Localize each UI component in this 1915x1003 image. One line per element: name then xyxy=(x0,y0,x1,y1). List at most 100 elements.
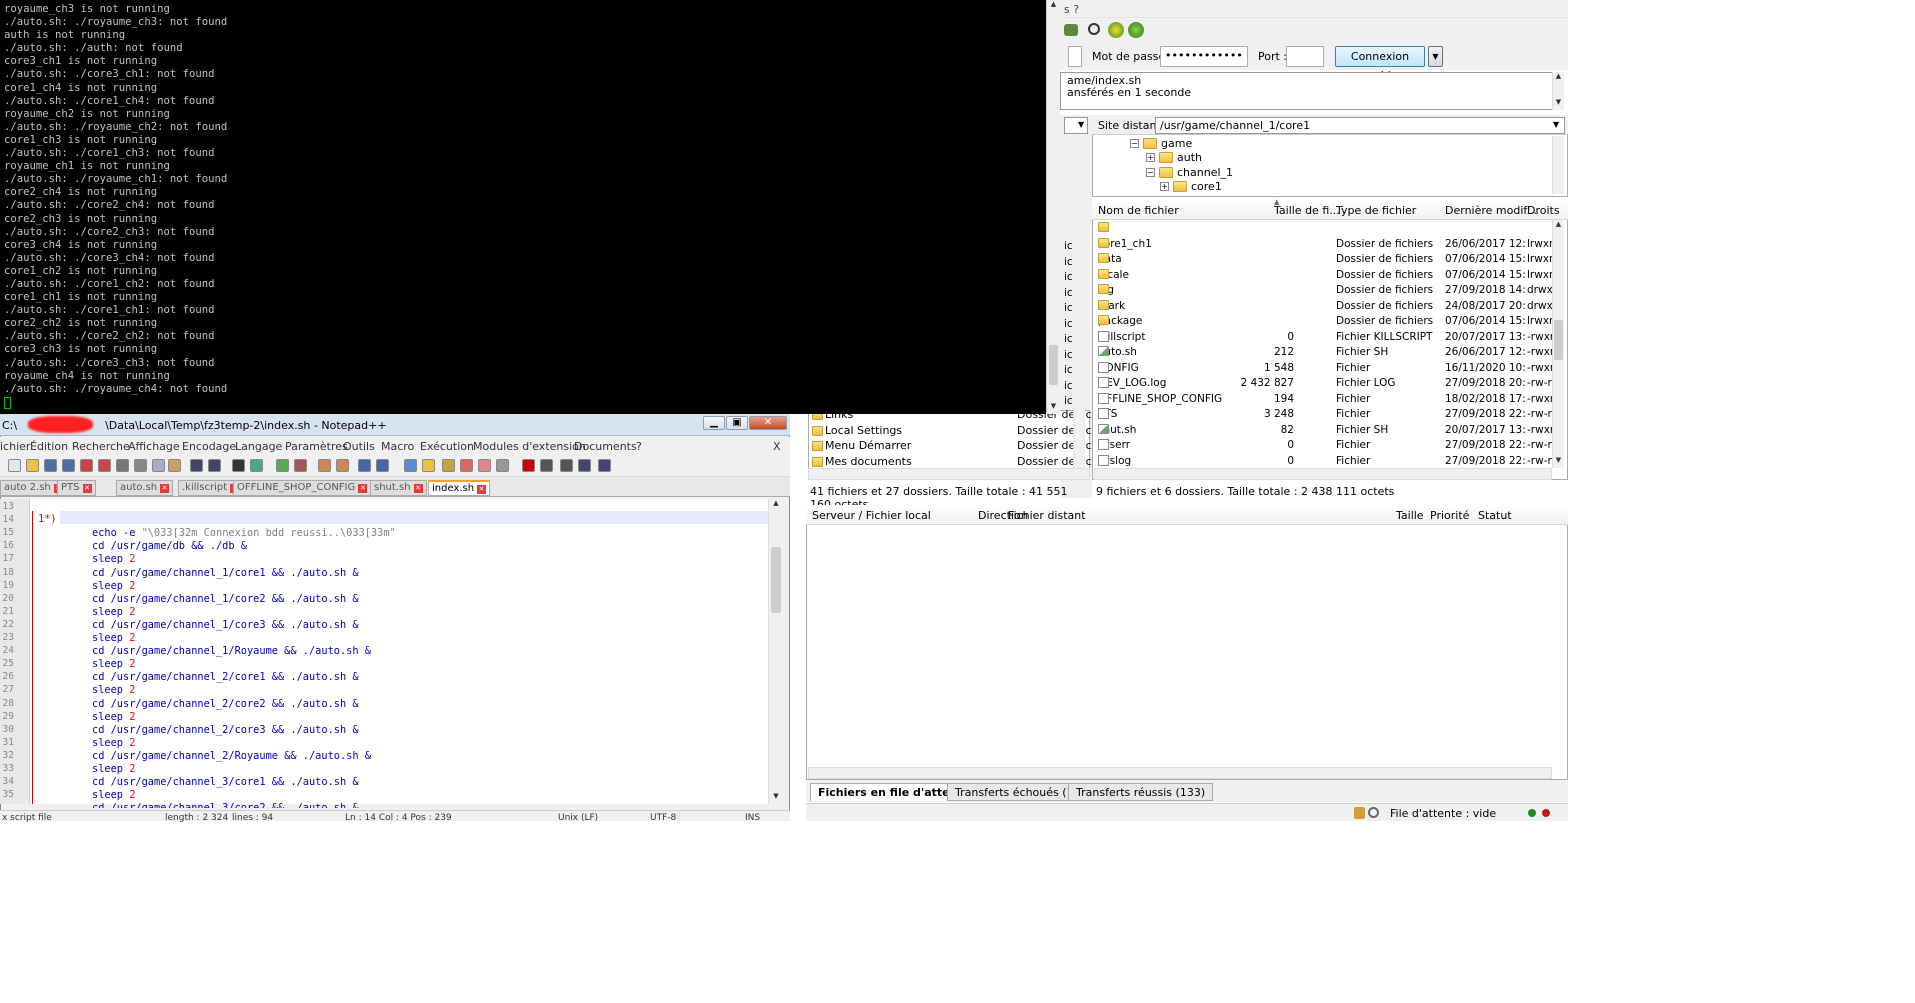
tree-expander-icon[interactable]: − xyxy=(1146,168,1155,177)
close-all-icon[interactable] xyxy=(98,459,111,472)
tab-offline-shop-config[interactable]: OFFLINE_SHOP_CONFIG ✕ xyxy=(233,480,372,496)
maximize-button[interactable]: ▣ xyxy=(726,416,748,430)
tab-close-icon[interactable]: ✕ xyxy=(358,484,368,493)
tree-node[interactable]: + core1 xyxy=(1160,180,1222,193)
close-button[interactable]: ✕ xyxy=(749,416,787,430)
paste-icon[interactable] xyxy=(168,459,181,472)
redo-icon[interactable] xyxy=(208,459,221,472)
tree-expander-icon[interactable]: + xyxy=(1146,153,1155,162)
queue-col-status[interactable]: Statut xyxy=(1478,509,1512,522)
speed-limit-icon[interactable] xyxy=(1368,807,1379,818)
tab-close-icon[interactable]: ✕ xyxy=(160,484,170,493)
file-row[interactable]: auto.sh 212 Fichier SH 26/06/2017 12:... -rw… xyxy=(1096,346,1553,362)
open-file-icon[interactable] xyxy=(26,459,39,472)
scroll-thumb[interactable] xyxy=(771,547,781,613)
menu-item[interactable]: Encodage xyxy=(182,440,236,453)
local-site-dropdown[interactable] xyxy=(1064,117,1088,134)
tree-node[interactable]: + auth xyxy=(1146,151,1202,164)
cut-icon[interactable] xyxy=(134,459,147,472)
play-macro-icon[interactable] xyxy=(560,459,573,472)
scroll-up-icon[interactable]: ▲ xyxy=(769,499,783,511)
terminal-scrollbar[interactable]: ▲ ▼ xyxy=(1046,0,1060,414)
scroll-thumb[interactable] xyxy=(1554,320,1563,360)
menu-item[interactable]: Édition xyxy=(30,440,68,453)
scroll-up-icon[interactable]: ▲ xyxy=(1553,72,1564,84)
record-macro-icon[interactable] xyxy=(522,459,535,472)
file-row[interactable]: OFFLINE_SHOP_CONFIG 194 Fichier 18/02/2018 … xyxy=(1096,392,1553,409)
menu-item[interactable]: Affichage xyxy=(128,440,180,453)
tab-auto-sh[interactable]: auto.sh ✕ xyxy=(116,480,174,496)
sync-h-icon[interactable] xyxy=(336,459,349,472)
scroll-down-icon[interactable]: ▼ xyxy=(1553,456,1564,468)
remote-path-dropdown-icon[interactable]: ▼ xyxy=(1553,120,1559,129)
stop-macro-icon[interactable] xyxy=(540,459,553,472)
tab-successful-transfers[interactable]: Transferts réussis (133) xyxy=(1068,783,1214,801)
wrap-icon[interactable] xyxy=(358,459,371,472)
new-file-icon[interactable] xyxy=(8,459,21,472)
file-row[interactable]: mark Dossier de fichiers 24/08/2017 20:...… xyxy=(1096,299,1553,316)
file-row[interactable]: data Dossier de fichiers 07/06/2014 15:...… xyxy=(1096,253,1553,269)
tab-close-icon[interactable]: ✕ xyxy=(477,485,487,494)
port-field[interactable] xyxy=(1286,46,1324,67)
filezilla-menu-tail[interactable]: s ? xyxy=(1064,3,1079,16)
tab-close-icon[interactable]: ✕ xyxy=(413,484,423,493)
menu-item[interactable]: Recherche xyxy=(72,440,130,453)
find-icon[interactable] xyxy=(232,459,245,472)
remote-path-input[interactable]: /usr/game/channel_1/core1 xyxy=(1155,117,1565,134)
menu-item[interactable]: Documents xyxy=(574,440,637,453)
tree-node[interactable]: − game xyxy=(1130,137,1192,150)
all-chars-icon[interactable] xyxy=(376,459,389,472)
file-row[interactable]: PTS3 248Fichier27/09/2018 22:...-rw-r xyxy=(1096,408,1552,424)
tree-expander-icon[interactable]: − xyxy=(1130,139,1139,148)
queue-hscrollbar[interactable] xyxy=(808,767,1552,779)
local-list-scrollbar[interactable] xyxy=(1073,410,1085,468)
tab-close-icon[interactable]: ✕ xyxy=(82,484,92,493)
terminal-window[interactable]: royaume_ch3 is not running ./auto.sh: ./r… xyxy=(0,0,1060,414)
col-filetype[interactable]: Type de fichier xyxy=(1336,204,1416,217)
menu-item[interactable]: ichier xyxy=(0,440,30,453)
password-field[interactable]: •••••••••••• xyxy=(1160,46,1248,67)
compare-icon[interactable] xyxy=(1128,22,1144,38)
zoom-in-icon[interactable] xyxy=(276,459,289,472)
col-permissions[interactable]: Droits xyxy=(1527,204,1560,217)
run-macro-icon[interactable] xyxy=(578,459,591,472)
scroll-up-icon[interactable]: ▲ xyxy=(1553,220,1564,232)
folder-workspace-icon[interactable] xyxy=(478,459,491,472)
file-row[interactable]: log Dossier de fichiers 27/09/2018 14:...d… xyxy=(1096,284,1553,300)
menu-item[interactable]: Exécution xyxy=(420,440,474,453)
menu-item[interactable]: Modules d'extension xyxy=(473,440,586,453)
queue-col-size[interactable]: Taille xyxy=(1396,509,1424,522)
menu-close-doc[interactable]: X xyxy=(773,440,781,453)
monitor-icon[interactable] xyxy=(496,459,509,472)
col-filename[interactable]: Nom de fichier xyxy=(1098,204,1179,217)
copy-icon[interactable] xyxy=(152,459,165,472)
menu-item[interactable]: Outils xyxy=(343,440,375,453)
menu-item[interactable]: Paramètres xyxy=(285,440,348,453)
col-filesize[interactable]: Taille de fi... xyxy=(1274,204,1340,217)
save-all-icon[interactable] xyxy=(62,459,75,472)
replace-icon[interactable] xyxy=(250,459,263,472)
scroll-down-icon[interactable]: ▼ xyxy=(1047,402,1060,414)
file-row[interactable]: locale Dossier de fichiers 07/06/2014 15:.… xyxy=(1096,268,1553,285)
menu-item[interactable]: ? xyxy=(636,440,642,453)
menu-item[interactable]: Langage xyxy=(235,440,282,453)
file-row[interactable]: core1_ch1 Dossier de fichiers 26/06/2017 1… xyxy=(1096,237,1553,254)
file-row[interactable]: .. xyxy=(1096,222,1552,238)
col-modified[interactable]: Dernière modif... xyxy=(1445,204,1537,217)
queue-col-remote[interactable]: Fichier distant xyxy=(1008,509,1086,522)
local-row[interactable]: Menu Démarrer Dossier de fic xyxy=(810,439,1092,454)
sync-browse-icon[interactable] xyxy=(1108,22,1124,38)
minimize-button[interactable]: ▁ xyxy=(703,416,725,430)
file-row[interactable]: DEV_LOG.log 2 432 827 Fichier LOG 27/09/201… xyxy=(1096,377,1552,393)
scroll-up-icon[interactable]: ▲ xyxy=(1047,0,1060,12)
undo-icon[interactable] xyxy=(190,459,203,472)
udl-icon[interactable] xyxy=(422,459,435,472)
remote-tree-scrollbar[interactable] xyxy=(1552,136,1564,194)
file-row[interactable]: shut.sh 82 Fichier SH 20/07/2017 13:... -rwx… xyxy=(1096,423,1553,440)
file-list-hscrollbar[interactable] xyxy=(1094,468,1552,480)
scroll-down-icon[interactable]: ▼ xyxy=(769,792,783,804)
sync-v-icon[interactable] xyxy=(318,459,331,472)
doc-map-icon[interactable] xyxy=(442,459,455,472)
save-macro-icon[interactable] xyxy=(598,459,611,472)
scroll-down-icon[interactable]: ▼ xyxy=(1553,98,1564,110)
